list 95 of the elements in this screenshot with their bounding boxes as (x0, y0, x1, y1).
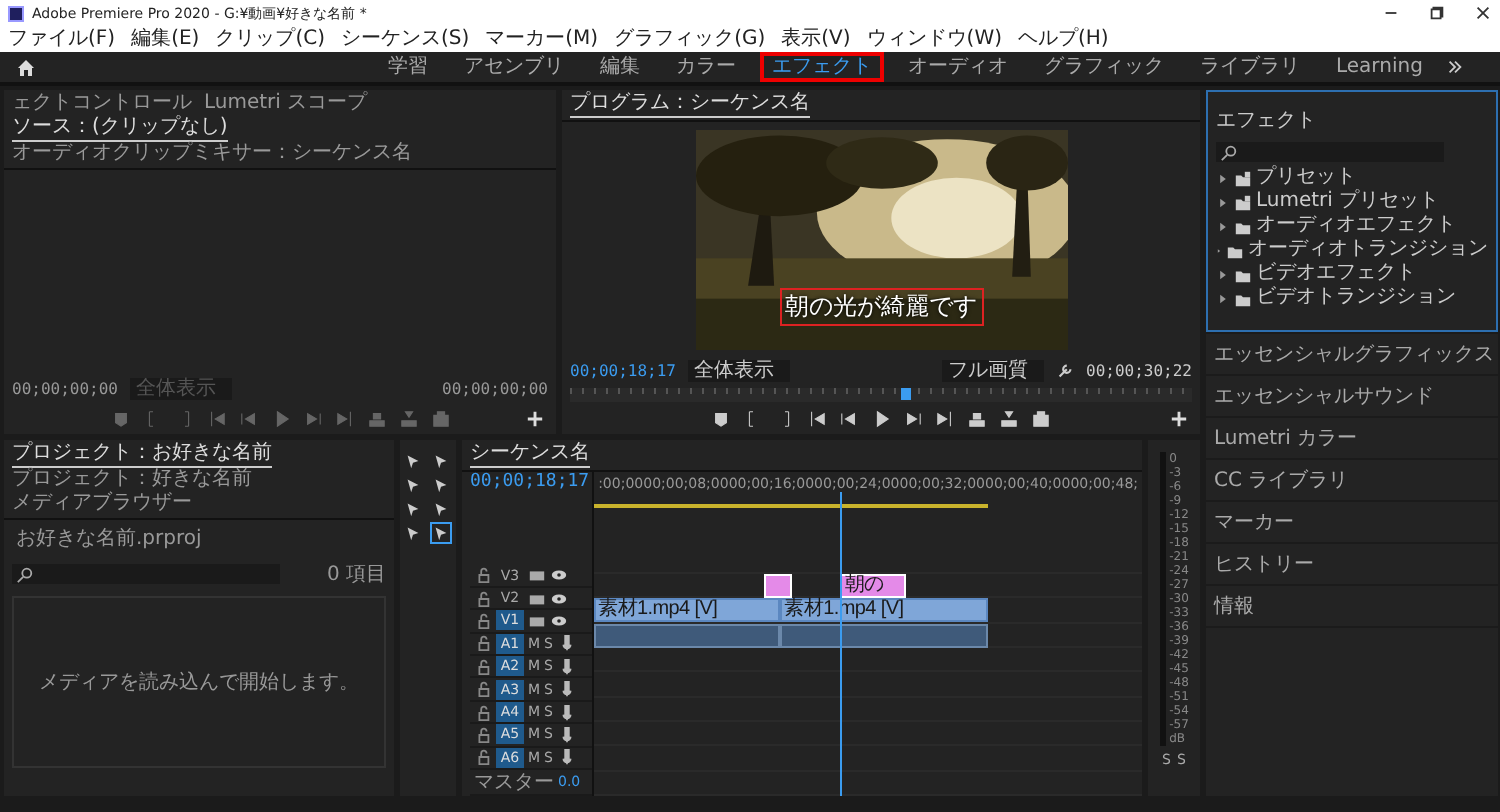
workspace-tab[interactable]: グラフィック (1032, 52, 1176, 82)
lock-icon[interactable] (474, 657, 492, 676)
quality-dropdown[interactable]: フル画質 (942, 360, 1045, 382)
tree-item[interactable]: オーディオエフェクト (1208, 214, 1496, 238)
empty-message: メディアを読み込んで開始します。 (39, 669, 359, 696)
search-field[interactable] (12, 564, 280, 584)
eye-icon[interactable] (550, 611, 568, 630)
preset-folder-icon (1234, 169, 1252, 187)
tree-item[interactable]: Lumetri プリセット (1208, 190, 1496, 214)
more-icon[interactable] (1446, 58, 1465, 76)
add-icon[interactable] (526, 410, 544, 428)
lock-icon[interactable] (474, 589, 492, 608)
workspace-tab[interactable]: ライブラリ (1188, 52, 1312, 82)
subtitle-text: 朝の光が綺麗です (779, 287, 983, 325)
workspace-tab[interactable]: 学習 (376, 52, 440, 82)
tree-item[interactable]: オーディオトランジション (1208, 238, 1496, 262)
lock-icon[interactable] (474, 634, 492, 653)
wrench-icon[interactable] (1056, 362, 1075, 380)
panel-tab[interactable]: シーケンス名 (470, 442, 590, 468)
home-icon[interactable] (16, 57, 36, 77)
panel-header[interactable]: 情報 (1206, 586, 1498, 626)
workspace-tab[interactable]: オーディオ (896, 52, 1020, 82)
expand-arrow-icon[interactable] (1216, 219, 1230, 233)
panel-header[interactable]: ヒストリー (1206, 544, 1498, 584)
tree-item[interactable]: プリセット (1208, 166, 1496, 190)
timecode: 00;00;30;22 (1086, 362, 1192, 380)
clip[interactable]: 朝の (840, 574, 907, 598)
expand-arrow-icon[interactable] (1216, 267, 1230, 281)
item-count: 0 項目 (326, 562, 386, 588)
lock-icon[interactable] (474, 566, 492, 585)
clip[interactable] (594, 623, 781, 648)
search-icon (16, 565, 34, 583)
workspace-tab[interactable]: Learning (1324, 52, 1435, 82)
panel-header[interactable]: エッセンシャルサウンド (1206, 376, 1498, 416)
workspace-tab[interactable]: エフェクト (760, 52, 884, 82)
panel-header[interactable]: エッセンシャルグラフィックス (1206, 334, 1498, 374)
timecode: 00;00;00;00 (442, 380, 548, 398)
panel-tab[interactable]: ソース：(クリップなし) (12, 116, 228, 142)
menu-item[interactable]: クリップ(C) (215, 29, 325, 49)
panel-tab[interactable]: プロジェクト：お好きな名前 (12, 442, 272, 468)
zoom-dropdown[interactable]: 全体表示 (687, 360, 790, 382)
tree-item[interactable]: ビデオエフェクト (1208, 262, 1496, 286)
panel-header[interactable]: Lumetri カラー (1206, 418, 1498, 458)
media-bin[interactable]: メディアを読み込んで開始します。 (12, 596, 386, 768)
menu-item[interactable]: ファイル(F) (8, 29, 116, 49)
eye-icon[interactable] (550, 566, 568, 585)
panel-tab[interactable]: メディアブラウザー (12, 492, 192, 516)
clip-label: 朝の (842, 574, 884, 598)
project-file-name: お好きな名前.prproj (14, 526, 204, 554)
workspace-tab[interactable]: アセンブリ (452, 52, 576, 82)
timecode: 00;00;00;00 (12, 380, 118, 398)
clip-label: 素材1.mp4 [V] (596, 598, 718, 623)
lock-icon[interactable] (474, 703, 492, 722)
playhead-handle[interactable] (900, 388, 911, 400)
timecode: 00;00;18;17 (570, 362, 676, 380)
clip[interactable] (780, 623, 989, 648)
expand-arrow-icon[interactable] (1216, 195, 1230, 209)
eye-icon[interactable] (550, 589, 568, 608)
workspace-tab[interactable]: カラー (664, 52, 748, 82)
menu-item[interactable]: シーケンス(S) (340, 29, 470, 49)
search-icon (1220, 143, 1238, 161)
menu-item[interactable]: グラフィック(G) (614, 29, 766, 49)
restore-icon[interactable] (1428, 4, 1446, 22)
lock-icon[interactable] (474, 748, 492, 767)
workspace-tab[interactable]: 編集 (588, 52, 652, 82)
panel-tab[interactable]: オーディオクリップミキサー：シーケンス名 (12, 142, 412, 166)
play-icon[interactable] (872, 410, 890, 428)
lock-icon[interactable] (474, 680, 492, 699)
expand-arrow-icon[interactable] (1216, 291, 1230, 305)
menu-item[interactable]: 編集(E) (131, 29, 200, 49)
panel-tab[interactable]: ェクトコントロール (12, 92, 192, 116)
lock-icon[interactable] (474, 725, 492, 744)
panel-tab[interactable]: Lumetri スコープ (204, 92, 368, 116)
timecode: 00;00;18;17 (470, 472, 592, 492)
clip[interactable]: 素材1.mp4 [V] (594, 598, 781, 623)
preset-folder-icon (1234, 193, 1252, 211)
menu-item[interactable]: ヘルプ(H) (1018, 29, 1109, 49)
track-name: マスター (474, 770, 554, 797)
panel-header[interactable]: CC ライブラリ (1206, 460, 1498, 500)
close-icon[interactable] (1474, 4, 1492, 22)
expand-arrow-icon[interactable] (1216, 171, 1230, 185)
panel-tab[interactable]: プロジェクト：好きな名前 (12, 468, 252, 492)
menu-item[interactable]: マーカー(M) (485, 29, 599, 49)
tree-item[interactable]: ビデオトランジション (1208, 286, 1496, 310)
search-field[interactable] (1216, 142, 1444, 162)
panel-tab[interactable]: プログラム：シーケンス名 (570, 92, 810, 118)
menu-item[interactable]: ウィンドウ(W) (866, 29, 1002, 49)
marker-icon[interactable] (111, 410, 129, 428)
menu-item[interactable]: 表示(V) (781, 29, 851, 49)
lock-icon[interactable] (474, 611, 492, 630)
tool-icon[interactable] (431, 524, 449, 542)
panel-header[interactable]: マーカー (1206, 502, 1498, 542)
app-logo-icon (8, 5, 24, 21)
panel-title: エフェクト (1216, 110, 1316, 132)
add-icon[interactable] (1170, 410, 1188, 428)
